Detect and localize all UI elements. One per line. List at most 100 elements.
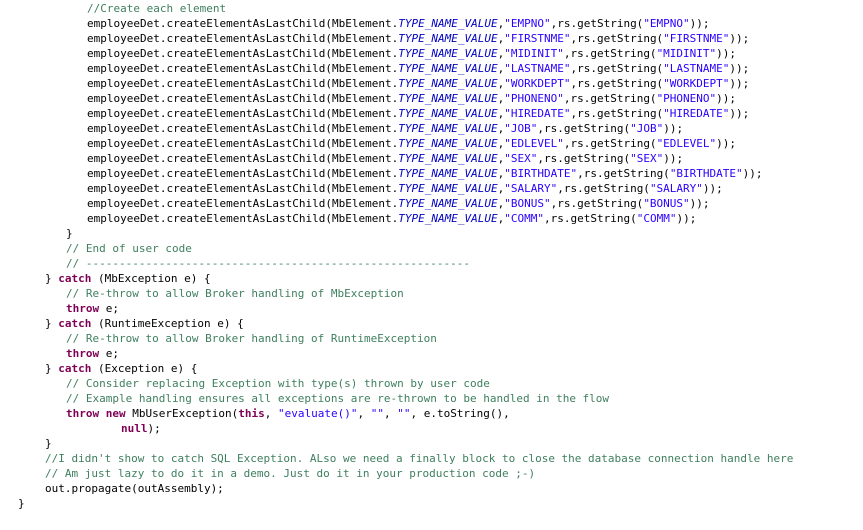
code-comment: // Am just lazy to do it in a demo. Just… bbox=[45, 467, 536, 480]
code-text: ,rs.getString( bbox=[557, 182, 650, 195]
code-line: // -------------------------------------… bbox=[66, 256, 470, 271]
code-text: )); bbox=[663, 152, 684, 165]
code-text: employeeDet.createElementAsLastChild(MbE… bbox=[87, 92, 399, 105]
code-keyword: catch bbox=[58, 317, 92, 330]
code-text: )); bbox=[689, 197, 710, 210]
code-line: } catch (RuntimeException e) { bbox=[45, 316, 244, 331]
code-text: ,rs.getString( bbox=[563, 92, 657, 105]
code-text: )); bbox=[663, 122, 684, 135]
code-string: "HIREDATE" bbox=[504, 107, 571, 120]
code-string: "LASTNAME" bbox=[663, 62, 730, 75]
code-line: employeeDet.createElementAsLastChild(MbE… bbox=[87, 46, 736, 61]
code-text: ,rs.getString( bbox=[543, 212, 637, 225]
code-line: // End of user code bbox=[66, 241, 192, 256]
code-line: employeeDet.createElementAsLastChild(MbE… bbox=[87, 106, 749, 121]
code-field: TYPE_NAME_VALUE bbox=[398, 137, 498, 150]
code-text: )); bbox=[716, 92, 737, 105]
code-text: ,rs.getString( bbox=[570, 32, 664, 45]
code-line: employeeDet.createElementAsLastChild(MbE… bbox=[87, 121, 683, 136]
code-comment: // Example handling ensures all exceptio… bbox=[66, 392, 610, 405]
code-line: employeeDet.createElementAsLastChild(MbE… bbox=[87, 136, 736, 151]
code-keyword: throw bbox=[66, 347, 100, 360]
code-field: TYPE_NAME_VALUE bbox=[398, 212, 498, 225]
code-string: "evaluate()" bbox=[277, 407, 358, 420]
code-field: TYPE_NAME_VALUE bbox=[398, 152, 498, 165]
code-text: employeeDet.createElementAsLastChild(MbE… bbox=[87, 167, 399, 180]
code-field: TYPE_NAME_VALUE bbox=[398, 77, 498, 90]
code-text: , e.toString(), bbox=[410, 407, 510, 420]
code-field: TYPE_NAME_VALUE bbox=[398, 47, 498, 60]
code-line: employeeDet.createElementAsLastChild(MbE… bbox=[87, 91, 736, 106]
code-text: employeeDet.createElementAsLastChild(MbE… bbox=[87, 122, 399, 135]
code-text: )); bbox=[729, 62, 750, 75]
code-keyword: throw bbox=[66, 302, 100, 315]
code-line: employeeDet.createElementAsLastChild(MbE… bbox=[87, 166, 763, 181]
code-text: employeeDet.createElementAsLastChild(MbE… bbox=[87, 77, 399, 90]
code-text: } bbox=[66, 227, 73, 240]
code-line: //Create each element bbox=[87, 1, 226, 16]
code-keyword: catch bbox=[58, 272, 92, 285]
code-text: , bbox=[264, 407, 278, 420]
code-text: , bbox=[383, 407, 398, 420]
code-field: TYPE_NAME_VALUE bbox=[398, 107, 498, 120]
code-string: "BIRTHDATE" bbox=[669, 167, 743, 180]
code-text: ,rs.getString( bbox=[563, 137, 657, 150]
code-comment: // Re-throw to allow Broker handling of … bbox=[66, 332, 437, 345]
code-text: ); bbox=[147, 422, 161, 435]
code-text: employeeDet.createElementAsLastChild(MbE… bbox=[87, 197, 399, 210]
code-line: // Re-throw to allow Broker handling of … bbox=[66, 286, 404, 301]
code-string: "MIDINIT" bbox=[656, 47, 717, 60]
code-string: "PHONENO" bbox=[504, 92, 564, 105]
code-line: } catch (Exception e) { bbox=[45, 361, 197, 376]
code-text: )); bbox=[716, 137, 737, 150]
code-text: employeeDet.createElementAsLastChild(MbE… bbox=[87, 62, 399, 75]
code-string: "EMPNO" bbox=[643, 17, 690, 30]
code-text: ,rs.getString( bbox=[570, 77, 664, 90]
code-line: // Example handling ensures all exceptio… bbox=[66, 391, 609, 406]
code-line: throw new MbUserException(this, "evaluat… bbox=[66, 406, 510, 421]
code-text: )); bbox=[742, 167, 763, 180]
code-text: employeeDet.createElementAsLastChild(MbE… bbox=[87, 182, 399, 195]
code-string: "JOB" bbox=[504, 122, 538, 135]
code-text: employeeDet.createElementAsLastChild(MbE… bbox=[87, 137, 399, 150]
code-text: ,rs.getString( bbox=[570, 107, 664, 120]
code-comment: // -------------------------------------… bbox=[66, 257, 470, 270]
code-text: )); bbox=[689, 17, 710, 30]
code-text: )); bbox=[729, 32, 750, 45]
code-line: employeeDet.createElementAsLastChild(MbE… bbox=[87, 31, 749, 46]
code-string: "BONUS" bbox=[504, 197, 551, 210]
code-line: // Re-throw to allow Broker handling of … bbox=[66, 331, 437, 346]
code-line: } bbox=[66, 226, 73, 241]
code-line: employeeDet.createElementAsLastChild(MbE… bbox=[87, 196, 710, 211]
code-field: TYPE_NAME_VALUE bbox=[398, 32, 498, 45]
code-string: "" bbox=[370, 407, 384, 420]
code-string: "EDLEVEL" bbox=[656, 137, 717, 150]
code-text: ,rs.getString( bbox=[570, 62, 664, 75]
code-editor[interactable]: //Create each element employeeDet.createE… bbox=[0, 0, 863, 530]
code-string: "BIRTHDATE" bbox=[504, 167, 578, 180]
code-text: e; bbox=[99, 347, 119, 360]
code-line: throw e; bbox=[66, 346, 119, 361]
code-field: TYPE_NAME_VALUE bbox=[398, 92, 498, 105]
code-comment: //I didn't show to catch SQL Exception. … bbox=[45, 452, 794, 465]
code-text: } bbox=[45, 437, 52, 450]
code-line: employeeDet.createElementAsLastChild(MbE… bbox=[87, 151, 683, 166]
code-string: "WORKDEPT" bbox=[504, 77, 571, 90]
code-string: "COMM" bbox=[504, 212, 544, 225]
code-string: "SEX" bbox=[630, 152, 664, 165]
code-text: MbUserException( bbox=[125, 407, 239, 420]
code-text: employeeDet.createElementAsLastChild(MbE… bbox=[87, 32, 399, 45]
code-text: ,rs.getString( bbox=[577, 167, 670, 180]
code-string: "BONUS" bbox=[643, 197, 690, 210]
code-text: (Exception e) { bbox=[91, 362, 198, 375]
code-line: null); bbox=[121, 421, 161, 436]
code-text: )); bbox=[729, 77, 750, 90]
code-text: employeeDet.createElementAsLastChild(MbE… bbox=[87, 17, 399, 30]
code-text: } bbox=[18, 497, 25, 510]
code-field: TYPE_NAME_VALUE bbox=[398, 197, 498, 210]
code-string: "WORKDEPT" bbox=[663, 77, 730, 90]
code-comment: // Consider replacing Exception with typ… bbox=[66, 377, 490, 390]
code-string: "PHONENO" bbox=[656, 92, 717, 105]
code-keyword: this bbox=[238, 407, 265, 420]
code-line: employeeDet.createElementAsLastChild(MbE… bbox=[87, 211, 696, 226]
